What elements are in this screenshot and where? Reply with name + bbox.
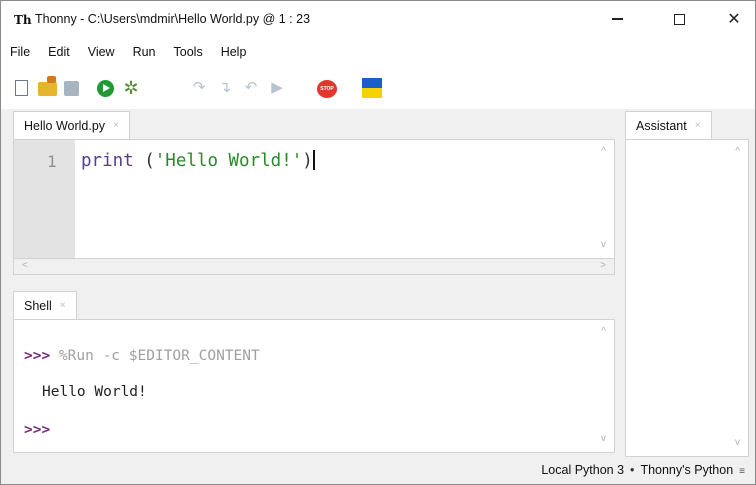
tab-assistant[interactable]: Assistant × <box>625 111 712 139</box>
code-close-paren: ) <box>302 151 313 171</box>
shell-output: Hello World! <box>42 384 147 400</box>
thonny-window: Th Thonny - C:\Users\mdmir\Hello World.p… <box>0 0 756 485</box>
step-into-icon[interactable]: ↴ <box>214 78 236 98</box>
flag-blue-stripe <box>362 78 382 88</box>
scroll-up-icon[interactable]: ^ <box>735 146 740 157</box>
ukraine-flag-icon[interactable] <box>362 78 382 98</box>
text-caret <box>312 150 315 170</box>
save-icon[interactable] <box>64 81 79 96</box>
shell-prompt: >>> <box>24 422 51 438</box>
tab-close-icon[interactable]: × <box>113 120 119 131</box>
run-icon[interactable] <box>97 80 114 97</box>
flag-yellow-stripe <box>362 88 382 98</box>
shell-command-line: >>> %Run -c $EDITOR_CONTENT <box>24 348 260 364</box>
step-over-icon[interactable]: ↷ <box>188 78 210 98</box>
code-keyword: print <box>81 151 134 171</box>
shell-input-line[interactable]: >>> <box>24 422 50 438</box>
minimize-button[interactable] <box>594 5 640 33</box>
close-icon: ✕ <box>727 11 741 28</box>
line-number-gutter: 1 <box>14 140 75 258</box>
window-title: Thonny - C:\Users\mdmir\Hello World.py @… <box>35 12 311 26</box>
tab-close-icon[interactable]: × <box>695 120 701 131</box>
assistant-pane: Assistant × ^ v <box>625 111 749 457</box>
menu-help[interactable]: Help <box>221 45 247 59</box>
debug-icon[interactable]: ✲ <box>121 77 141 99</box>
menu-edit[interactable]: Edit <box>48 45 70 59</box>
shell-pane: Shell × >>> %Run -c $EDITOR_CONTENT Hell… <box>13 291 615 457</box>
scroll-left-icon[interactable]: < <box>22 260 28 271</box>
assistant-panel: ^ v <box>625 139 749 457</box>
scroll-right-icon[interactable]: > <box>600 260 606 271</box>
menu-icon: ≡ <box>739 466 745 477</box>
shell-prompt: >>> <box>24 348 51 364</box>
menu-file[interactable]: File <box>10 45 30 59</box>
scroll-down-icon[interactable]: v <box>601 433 606 444</box>
maximize-icon <box>673 13 685 25</box>
scroll-up-icon[interactable]: ^ <box>601 146 606 157</box>
tab-hello-world[interactable]: Hello World.py × <box>13 111 130 139</box>
tab-close-icon[interactable]: × <box>60 300 66 311</box>
shell-console[interactable]: >>> %Run -c $EDITOR_CONTENT Hello World!… <box>13 319 615 453</box>
menu-run[interactable]: Run <box>133 45 156 59</box>
code-open-paren: ( <box>133 151 155 171</box>
maximize-button[interactable] <box>656 5 702 33</box>
editor-pane: Hello World.py × 1 print ('Hello World!'… <box>13 111 615 281</box>
close-button[interactable]: ✕ <box>711 5 756 33</box>
status-bar: Local Python 3 • Thonny's Python ≡ <box>1 459 755 484</box>
code-line[interactable]: print ('Hello World!') <box>81 150 315 171</box>
open-folder-icon[interactable] <box>38 76 57 96</box>
interpreter-label: Local Python 3 <box>541 463 625 477</box>
toolbar: ✲ ↷ ↴ ↶ ▶ STOP <box>1 65 755 109</box>
menu-view[interactable]: View <box>88 45 115 59</box>
tab-shell[interactable]: Shell × <box>13 291 77 319</box>
step-out-icon[interactable]: ↶ <box>240 78 262 98</box>
tab-label: Hello World.py <box>24 118 106 133</box>
new-file-icon[interactable] <box>15 80 28 96</box>
code-string: 'Hello World!' <box>154 151 303 171</box>
tab-label: Assistant <box>636 118 687 133</box>
shell-command: %Run -c $EDITOR_CONTENT <box>50 348 260 364</box>
interpreter-selector[interactable]: Local Python 3 • Thonny's Python ≡ <box>541 463 745 477</box>
stop-icon[interactable]: STOP <box>317 80 337 98</box>
code-editor[interactable]: 1 print ('Hello World!') ^ v <box>13 139 615 259</box>
thonny-app-icon: Th <box>14 13 32 27</box>
resume-icon[interactable]: ▶ <box>266 78 288 98</box>
status-separator: • <box>630 463 635 477</box>
scroll-down-icon[interactable]: v <box>735 437 740 448</box>
menu-tools[interactable]: Tools <box>174 45 203 59</box>
menu-bar: File Edit View Run Tools Help <box>1 39 755 65</box>
tab-label: Shell <box>24 298 52 313</box>
scroll-down-icon[interactable]: v <box>601 239 606 250</box>
horizontal-scrollbar[interactable]: < > <box>13 259 615 275</box>
environment-label: Thonny's Python <box>640 463 734 477</box>
line-number: 1 <box>47 152 57 171</box>
title-bar: Th Thonny - C:\Users\mdmir\Hello World.p… <box>1 1 755 39</box>
minimize-icon <box>611 18 623 20</box>
scroll-up-icon[interactable]: ^ <box>601 326 606 337</box>
